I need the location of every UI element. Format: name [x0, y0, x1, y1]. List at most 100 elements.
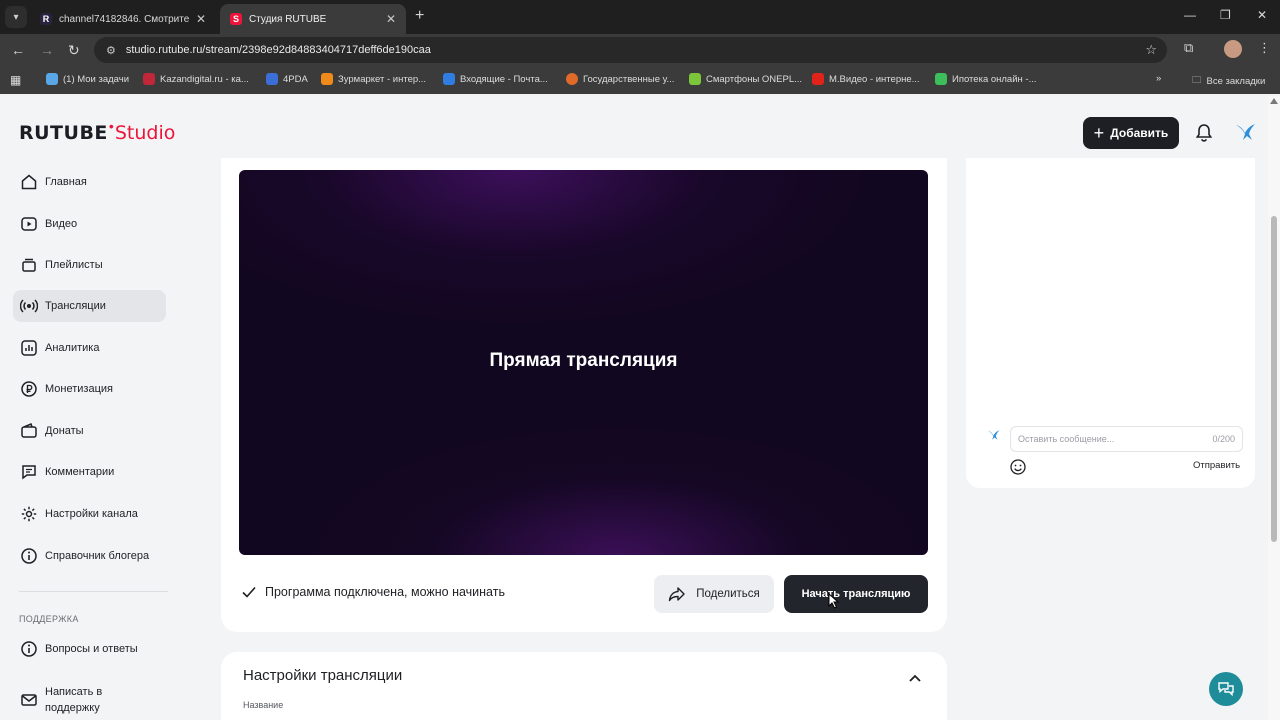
user-avatar-icon[interactable]: [1235, 122, 1257, 147]
forward-icon[interactable]: →: [40, 42, 54, 58]
folder-icon: 🗀: [1192, 75, 1202, 86]
settings-title: Настройки трансляции: [243, 667, 403, 684]
comments-icon: [22, 465, 36, 480]
scroll-up-arrow-icon[interactable]: [1270, 98, 1278, 104]
chat-user-avatar-icon: [987, 428, 1001, 446]
reload-icon[interactable]: ↻: [68, 42, 80, 59]
sidebar-item-analytics[interactable]: Аналитика: [13, 332, 166, 364]
bookmark-item[interactable]: Зурмаркет - интер...: [321, 73, 426, 85]
more-bookmarks-icon[interactable]: »: [1156, 73, 1161, 84]
support-section-title: ПОДДЕРЖКА: [19, 614, 79, 624]
sidebar-item-monetization[interactable]: Монетизация: [13, 373, 166, 405]
back-icon[interactable]: ←: [11, 42, 25, 58]
studio-favicon-icon: S: [230, 13, 242, 25]
start-stream-button[interactable]: Начать трансляцию: [784, 575, 928, 613]
new-tab-button[interactable]: +: [415, 7, 424, 25]
browser-tabbar: ▾ R channel74182846. Смотрите ви ✕ S Сту…: [0, 0, 1280, 34]
chat-bubbles-icon: [1218, 682, 1234, 697]
bookmark-item[interactable]: Ипотека онлайн -...: [935, 73, 1037, 85]
bookmark-item[interactable]: Kazandigital.ru - ка...: [143, 73, 249, 85]
sidebar-item-comments[interactable]: Комментарии: [13, 456, 166, 488]
share-icon: [669, 587, 685, 602]
send-message-button[interactable]: Отправить: [1193, 460, 1240, 471]
site-info-icon[interactable]: ⚙: [106, 44, 116, 57]
bookmark-favicon-icon: [812, 73, 824, 85]
bookmark-item[interactable]: Государственные у...: [566, 73, 674, 85]
mouse-cursor-icon: [828, 592, 840, 614]
checkmark-icon: [242, 586, 256, 598]
emoji-icon[interactable]: [1009, 458, 1027, 481]
bookmark-favicon-icon: [46, 73, 58, 85]
wallet-icon: [21, 422, 37, 438]
rutube-studio-logo[interactable]: RUTUBE • Studio: [19, 118, 175, 144]
video-icon: [21, 217, 37, 231]
chat-message-input[interactable]: Оставить сообщение... 0/200: [1010, 426, 1243, 452]
extensions-icon[interactable]: ⧉: [1184, 40, 1193, 56]
stream-status: Программа подключена, можно начинать: [242, 585, 505, 599]
restore-icon[interactable]: ❐: [1220, 8, 1231, 22]
apps-icon[interactable]: ▦: [10, 73, 21, 87]
bookmark-favicon-icon: [321, 73, 333, 85]
broadcast-icon: [20, 299, 38, 313]
studio-page: RUTUBE • Studio + Добавить Главная Видео…: [0, 96, 1280, 720]
bookmark-favicon-icon: [443, 73, 455, 85]
bookmarks-bar: ▦ (1) Мои задачи Kazandigital.ru - ка...…: [0, 66, 1280, 94]
char-counter: 0/200: [1212, 434, 1235, 444]
all-bookmarks[interactable]: 🗀 Все закладки: [1192, 73, 1265, 89]
sidebar-item-faq[interactable]: Вопросы и ответы: [13, 633, 166, 665]
monetization-icon: [21, 381, 37, 397]
support-chat-button[interactable]: [1209, 672, 1243, 706]
bookmark-favicon-icon: [689, 73, 701, 85]
bookmark-favicon-icon: [266, 73, 278, 85]
home-icon: [21, 174, 37, 190]
browser-tab-channel[interactable]: R channel74182846. Смотрите ви ✕: [30, 4, 216, 34]
help-icon: [21, 641, 37, 657]
sidebar-item-playlists[interactable]: Плейлисты: [13, 249, 166, 281]
address-bar[interactable]: ⚙ studio.rutube.ru/stream/2398e92d848834…: [94, 37, 1167, 63]
browser-tab-studio[interactable]: S Студия RUTUBE ✕: [220, 4, 406, 34]
chevron-up-icon[interactable]: [908, 670, 922, 688]
bookmark-item[interactable]: М.Видео - интерне...: [812, 73, 920, 85]
sidebar-item-video[interactable]: Видео: [13, 208, 166, 240]
minimize-icon[interactable]: —: [1184, 8, 1196, 22]
bookmark-favicon-icon: [935, 73, 947, 85]
bookmark-item[interactable]: Смартфоны ONEPL...: [689, 73, 802, 85]
name-field-label: Название: [243, 700, 284, 710]
mail-icon: [21, 694, 37, 706]
bookmark-star-icon[interactable]: ☆: [1145, 42, 1157, 58]
tab-title: channel74182846. Смотрите ви: [59, 13, 190, 25]
profile-avatar[interactable]: [1224, 40, 1242, 58]
bookmark-favicon-icon: [143, 73, 155, 85]
bookmark-item[interactable]: (1) Мои задачи: [46, 73, 129, 85]
scrollbar-thumb[interactable]: [1271, 216, 1277, 542]
stream-settings-card: [221, 652, 947, 720]
rutube-favicon-icon: R: [40, 13, 52, 25]
sidebar-item-broadcasts[interactable]: Трансляции: [13, 290, 166, 322]
bookmark-item[interactable]: 4PDA: [266, 73, 308, 85]
video-player[interactable]: Прямая трансляция: [239, 170, 928, 555]
bookmark-item[interactable]: Входящие - Почта...: [443, 73, 548, 85]
player-title: Прямая трансляция: [489, 350, 678, 371]
close-tab-icon[interactable]: ✕: [386, 12, 396, 26]
gear-icon: [21, 506, 37, 522]
tab-search-button[interactable]: ▾: [5, 6, 27, 28]
browser-menu-icon[interactable]: ⋮: [1258, 40, 1271, 56]
share-button[interactable]: Поделиться: [654, 575, 774, 613]
notifications-bell-icon[interactable]: [1195, 123, 1213, 148]
add-button[interactable]: + Добавить: [1083, 117, 1179, 149]
plus-icon: +: [1093, 122, 1105, 143]
playlist-icon: [22, 258, 36, 272]
sidebar-item-channel-settings[interactable]: Настройки канала: [13, 498, 166, 530]
tab-title: Студия RUTUBE: [249, 13, 327, 25]
sidebar-item-blogger-guide[interactable]: Справочник блогера: [13, 540, 166, 572]
url-text: studio.rutube.ru/stream/2398e92d84883404…: [125, 44, 431, 56]
close-window-icon[interactable]: ✕: [1257, 8, 1267, 22]
sidebar-item-donations[interactable]: Донаты: [13, 415, 166, 447]
bookmark-favicon-icon: [566, 73, 578, 85]
sidebar-item-home[interactable]: Главная: [13, 166, 166, 198]
close-tab-icon[interactable]: ✕: [196, 12, 206, 26]
analytics-icon: [21, 340, 37, 356]
info-icon: [21, 548, 37, 564]
sidebar-item-write-support[interactable]: Написать в поддержку: [13, 680, 166, 720]
sidebar-divider: [19, 591, 168, 592]
